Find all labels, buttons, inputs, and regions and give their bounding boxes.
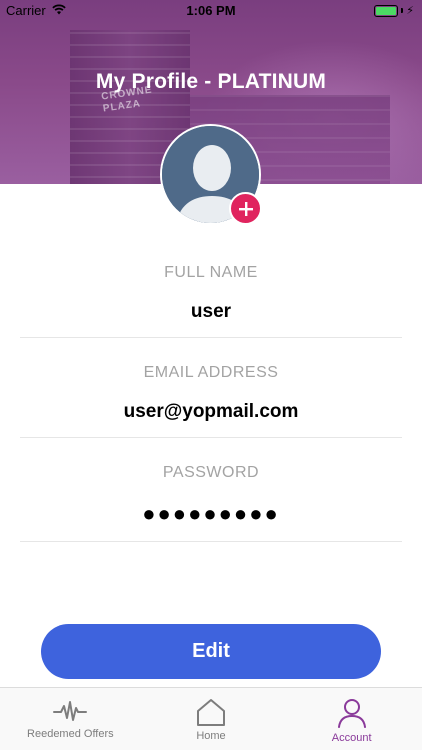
full-name-label: FULL NAME <box>164 264 258 281</box>
tab-account[interactable]: Account <box>281 688 422 750</box>
plus-icon <box>238 201 253 216</box>
charging-icon: ⚡ <box>406 5 414 17</box>
full-name-value[interactable]: user <box>20 301 402 323</box>
email-label: EMAIL ADDRESS <box>143 364 279 381</box>
email-value[interactable]: user@yopmail.com <box>20 401 402 423</box>
edit-button[interactable]: Edit <box>41 624 381 679</box>
add-photo-button[interactable] <box>229 192 262 225</box>
page-title: My Profile - PLATINUM <box>95 70 327 93</box>
tab-bar: Reedemed Offers Home Account <box>0 687 422 750</box>
password-label: PASSWORD <box>162 464 260 481</box>
tab-redeemed-offers[interactable]: Reedemed Offers <box>0 688 141 750</box>
pulse-icon <box>53 701 88 721</box>
tab-label: Account <box>331 732 372 744</box>
battery-icon: ⚡ <box>374 4 414 17</box>
password-value[interactable]: ●●●●●●●●● <box>20 501 402 527</box>
tab-home[interactable]: Home <box>141 688 282 750</box>
tab-label: Reedemed Offers <box>27 728 114 740</box>
tab-label: Home <box>196 730 226 742</box>
account-icon <box>337 699 366 728</box>
home-icon <box>197 699 225 726</box>
divider <box>20 437 402 438</box>
email-field: EMAIL ADDRESS user@yopmail.com <box>20 364 402 438</box>
status-time: 1:06 PM <box>186 3 236 18</box>
full-name-field: FULL NAME user <box>20 264 402 338</box>
divider <box>20 337 402 338</box>
password-field: PASSWORD ●●●●●●●●● <box>20 464 402 542</box>
status-bar: Carrier 1:06 PM ⚡ <box>0 0 422 22</box>
divider <box>20 541 402 542</box>
